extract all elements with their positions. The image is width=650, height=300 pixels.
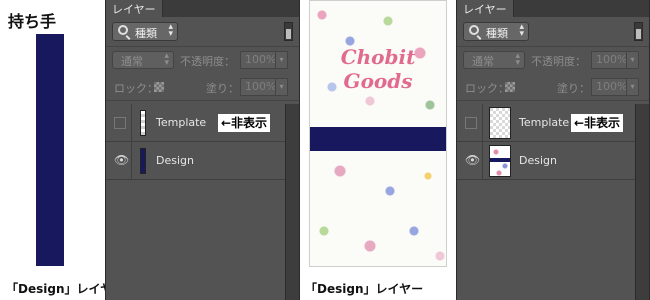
search-icon xyxy=(469,25,479,35)
chevron-updown-icon: ▴ ▾ xyxy=(168,22,173,39)
visibility-toggle[interactable] xyxy=(106,104,132,141)
panel-tabbar: レイヤー xyxy=(106,0,299,17)
layer-name: Template xyxy=(519,116,570,129)
dropdown-arrow-icon[interactable]: ▾ xyxy=(626,79,638,95)
divider xyxy=(457,46,649,47)
handle-strip-preview xyxy=(36,34,64,266)
blend-mode-label: 通常 xyxy=(472,55,494,68)
layers-panel-right: レイヤー 種類 ▴ ▾ 通常 ▴ ▾ 不透明度： 100% ▾ ロック： 塗り： 1… xyxy=(456,0,650,300)
scrollbar[interactable] xyxy=(635,104,649,300)
lock-transparency-icon[interactable] xyxy=(505,82,515,92)
fill-value: 100% xyxy=(245,80,277,93)
layer-row-template[interactable]: Template ←非表示 xyxy=(457,104,649,142)
opacity-value: 100% xyxy=(245,53,277,66)
logo-text-line-1: Chobit xyxy=(340,45,416,69)
filter-kind-select[interactable]: 種類 ▴ ▾ xyxy=(112,22,178,41)
blend-row: 通常 ▴ ▾ 不透明度： 100% ▾ xyxy=(106,48,299,72)
divider xyxy=(106,100,299,101)
eye-icon: 👁 xyxy=(114,153,130,167)
filter-row: 種類 ▴ ▾ xyxy=(457,20,649,44)
fill-label: 塗り： xyxy=(206,82,239,95)
lock-row: ロック： 塗り： 100% ▾ xyxy=(106,76,299,98)
layer-row-design[interactable]: 👁 Design xyxy=(106,142,299,180)
layer-list: Template ←非表示 👁 Design xyxy=(457,104,649,300)
hidden-annotation: ←非表示 xyxy=(571,114,624,132)
divider xyxy=(106,46,299,47)
chevron-updown-icon: ▴ ▾ xyxy=(519,22,524,39)
scrollbar[interactable] xyxy=(285,104,299,300)
divider xyxy=(457,100,649,101)
layers-panel-left: レイヤー 種類 ▴ ▾ 通常 ▴ ▾ 不透明度： 100% ▾ ロック： 塗り： 1… xyxy=(105,0,300,300)
opacity-field[interactable]: 100% ▾ xyxy=(591,51,639,69)
dropdown-arrow-icon[interactable]: ▾ xyxy=(275,79,287,95)
opacity-label: 不透明度： xyxy=(531,55,586,68)
layer-name: Template xyxy=(156,116,207,129)
dropdown-arrow-icon[interactable]: ▾ xyxy=(626,52,638,68)
layer-thumbnail xyxy=(140,110,146,136)
layers-tab[interactable]: レイヤー xyxy=(457,0,514,17)
handle-band xyxy=(310,127,446,151)
layer-thumbnail xyxy=(489,107,511,139)
filter-kind-label: 種類 xyxy=(486,27,508,40)
search-icon xyxy=(118,25,128,35)
chevron-updown-icon: ▴ ▾ xyxy=(164,51,169,68)
visibility-off-box xyxy=(465,117,477,129)
fill-label: 塗り： xyxy=(557,82,590,95)
handle-title: 持ち手 xyxy=(8,12,57,31)
layer-name: Design xyxy=(519,154,557,167)
blend-row: 通常 ▴ ▾ 不透明度： 100% ▾ xyxy=(457,48,649,72)
fill-field[interactable]: 100% ▾ xyxy=(240,78,288,96)
dropdown-arrow-icon[interactable]: ▾ xyxy=(275,52,287,68)
filter-kind-label: 種類 xyxy=(135,27,157,40)
layer-row-template[interactable]: Template ←非表示 xyxy=(106,104,299,142)
blend-mode-label: 通常 xyxy=(121,55,143,68)
panel-tabbar: レイヤー xyxy=(457,0,649,17)
visibility-toggle[interactable]: 👁 xyxy=(457,142,483,179)
layers-tab[interactable]: レイヤー xyxy=(106,0,163,17)
lock-label: ロック： xyxy=(465,82,509,95)
filter-kind-select[interactable]: 種類 ▴ ▾ xyxy=(463,22,529,41)
fill-value: 100% xyxy=(596,80,628,93)
layer-name: Design xyxy=(156,154,194,167)
lock-label: ロック： xyxy=(114,82,158,95)
blend-mode-select[interactable]: 通常 ▴ ▾ xyxy=(112,51,174,69)
visibility-toggle[interactable]: 👁 xyxy=(106,142,132,179)
logo-text-line-2: Goods xyxy=(343,69,413,93)
lock-transparency-icon[interactable] xyxy=(154,82,164,92)
layer-row-design[interactable]: 👁 Design xyxy=(457,142,649,180)
filter-row: 種類 ▴ ▾ xyxy=(106,20,299,44)
blend-mode-select[interactable]: 通常 ▴ ▾ xyxy=(463,51,525,69)
chevron-updown-icon: ▴ ▾ xyxy=(515,51,520,68)
visibility-off-box xyxy=(114,117,126,129)
lock-row: ロック： 塗り： 100% ▾ xyxy=(457,76,649,98)
hidden-annotation: ←非表示 xyxy=(218,114,271,132)
eye-icon: 👁 xyxy=(465,153,481,167)
middle-caption: 「Design」レイヤー xyxy=(305,282,424,296)
filter-toggle[interactable] xyxy=(634,22,643,41)
layer-list: Template ←非表示 👁 Design xyxy=(106,104,299,300)
thumbnail-band xyxy=(490,158,510,162)
layer-thumbnail xyxy=(489,145,511,177)
design-preview: Chobit Goods xyxy=(309,0,447,267)
opacity-field[interactable]: 100% ▾ xyxy=(240,51,288,69)
opacity-label: 不透明度： xyxy=(180,55,235,68)
visibility-toggle[interactable] xyxy=(457,104,483,141)
layer-thumbnail xyxy=(140,148,146,174)
opacity-value: 100% xyxy=(596,53,628,66)
filter-toggle[interactable] xyxy=(284,22,293,41)
fill-field[interactable]: 100% ▾ xyxy=(591,78,639,96)
